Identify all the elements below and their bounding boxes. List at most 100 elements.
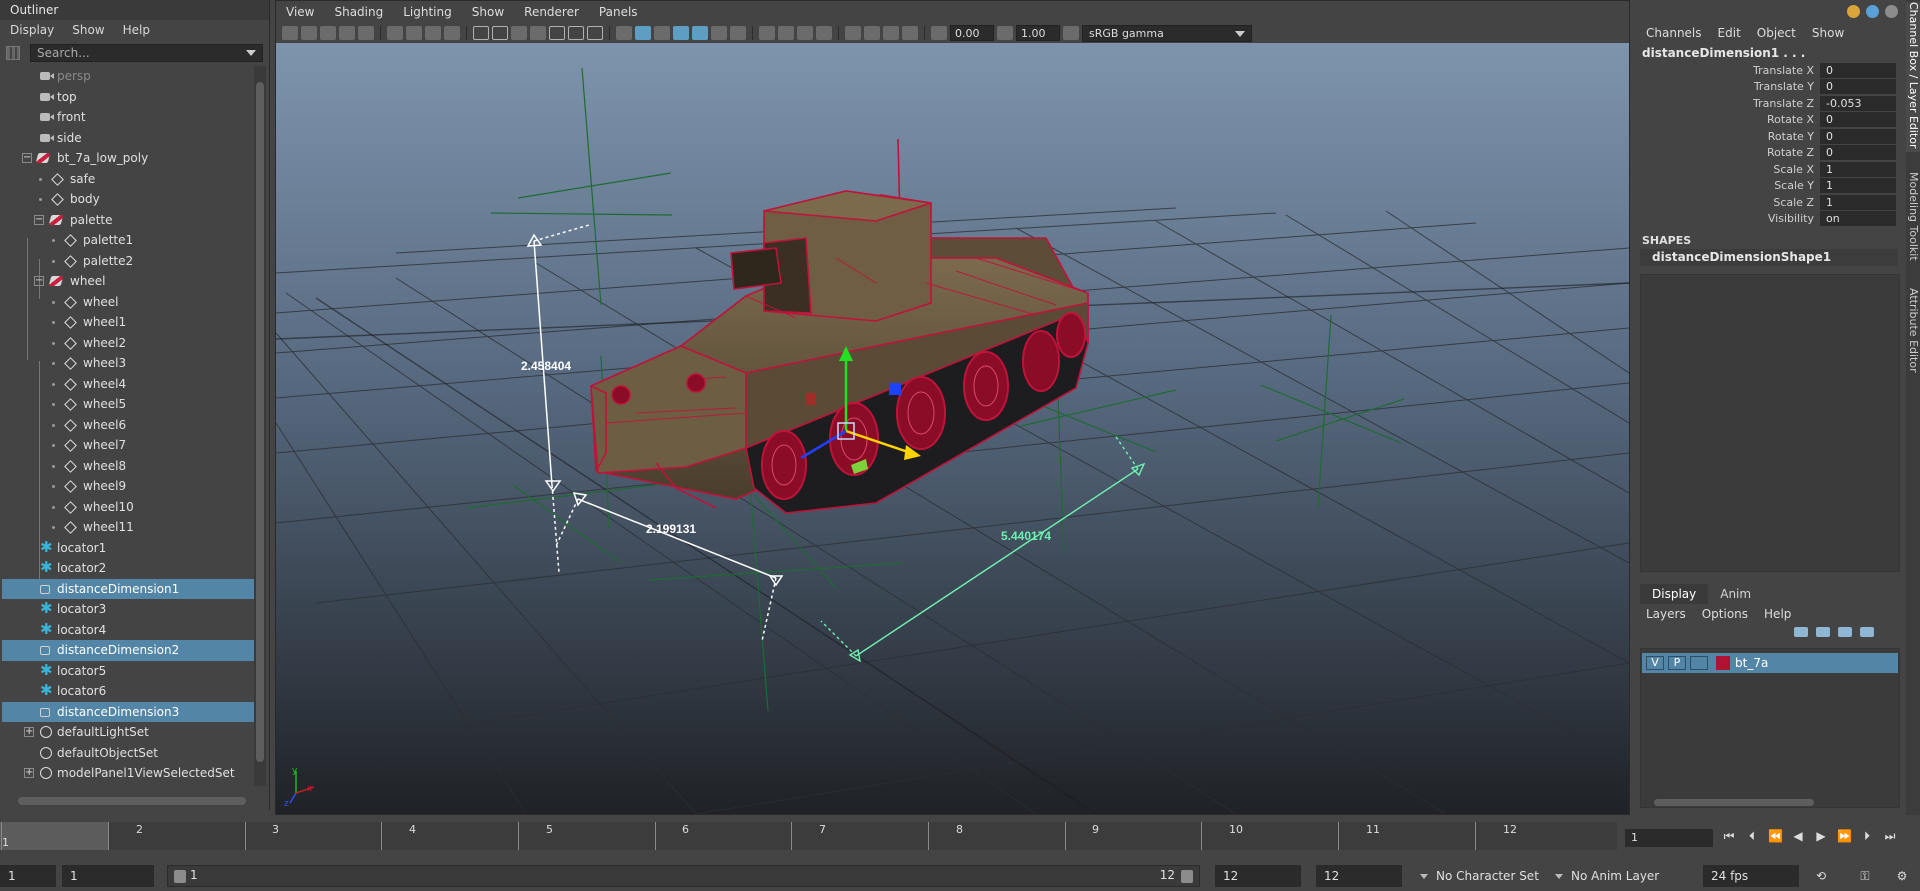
new-layer-selected-icon[interactable] xyxy=(1860,627,1874,637)
menu-display[interactable]: Display xyxy=(10,20,54,40)
wireframe-on-shaded-icon[interactable] xyxy=(673,26,689,40)
tab-attribute-editor[interactable]: Attribute Editor xyxy=(1906,288,1920,388)
fps-dropdown[interactable]: 24 fps xyxy=(1703,865,1799,887)
channel-value[interactable]: on xyxy=(1820,211,1896,227)
wireframe-icon[interactable] xyxy=(616,26,632,40)
list-item-selected[interactable]: distanceDimension3 xyxy=(2,701,254,722)
layout-icon[interactable] xyxy=(1885,4,1898,18)
layer-row[interactable]: V P bt_7a xyxy=(1642,653,1898,673)
anti-aliasing-icon[interactable] xyxy=(797,26,813,40)
list-item[interactable]: defaultObjectSet xyxy=(2,743,254,764)
search-input[interactable]: Search... xyxy=(30,44,263,62)
layer-display-type-toggle[interactable] xyxy=(1690,656,1708,670)
outliner-vertical-scrollbar[interactable] xyxy=(254,66,266,786)
tab-anim[interactable]: Anim xyxy=(1708,584,1763,604)
filter-grid-icon[interactable] xyxy=(6,46,20,60)
lock-icon[interactable] xyxy=(1847,4,1860,18)
list-item[interactable]: persp xyxy=(2,66,254,87)
xray-icon[interactable] xyxy=(864,26,880,40)
character-set-dropdown[interactable]: No Character Set xyxy=(1420,865,1552,887)
scene-view[interactable]: 2.458404 2.199131 5.440174 x y z xyxy=(276,43,1629,814)
isolate-icon[interactable] xyxy=(444,26,460,40)
channel-value[interactable]: 0 xyxy=(1820,128,1896,144)
collapse-icon[interactable]: − xyxy=(34,276,44,286)
menu-view[interactable]: View xyxy=(286,1,314,23)
list-item[interactable]: palette2 xyxy=(2,251,254,272)
camera-attributes-icon[interactable] xyxy=(301,26,317,40)
channel-value[interactable]: 0 xyxy=(1820,62,1896,78)
select-camera-icon[interactable] xyxy=(282,26,298,40)
tab-modeling-toolkit[interactable]: Modeling Toolkit xyxy=(1906,172,1920,272)
gamma-field[interactable]: 1.00 xyxy=(1016,25,1060,41)
lock-camera-icon[interactable] xyxy=(358,26,374,40)
current-frame-field[interactable]: 1 xyxy=(1625,829,1713,847)
list-item[interactable]: wheel8 xyxy=(2,456,254,477)
list-item[interactable]: ✱ locator6 xyxy=(2,681,254,702)
default-material-icon[interactable] xyxy=(654,26,670,40)
use-all-lights-icon[interactable] xyxy=(711,26,727,40)
list-item[interactable]: side xyxy=(2,128,254,149)
channel-value[interactable]: 1 xyxy=(1820,178,1896,194)
backface-culling-icon[interactable] xyxy=(902,26,918,40)
preferences-icon[interactable]: ⚙ xyxy=(1895,869,1909,883)
field-chart-icon[interactable] xyxy=(549,26,565,40)
menu-show[interactable]: Show xyxy=(72,20,104,40)
animation-start-field[interactable]: 1 xyxy=(0,865,56,887)
grid-icon[interactable] xyxy=(473,26,489,40)
go-to-start-icon[interactable]: ⏮ xyxy=(1722,829,1736,843)
isolate-select-icon[interactable] xyxy=(845,26,861,40)
time-slider-bar[interactable]: 2 3 4 5 6 7 8 9 10 11 12 1 xyxy=(0,822,1617,850)
channel-value[interactable]: 1 xyxy=(1820,161,1896,177)
channel-value[interactable]: 1 xyxy=(1820,194,1896,210)
auto-key-icon[interactable]: ⚿ xyxy=(1858,869,1872,883)
list-item[interactable]: wheel9 xyxy=(2,476,254,497)
list-item[interactable]: ✱ locator3 xyxy=(2,599,254,620)
smooth-shade-icon[interactable] xyxy=(635,26,651,40)
move-layer-down-icon[interactable] xyxy=(1816,627,1830,637)
list-item[interactable]: wheel10 xyxy=(2,497,254,518)
exposure-field[interactable]: 0.00 xyxy=(950,25,994,41)
list-item[interactable]: body xyxy=(2,189,254,210)
step-back-icon[interactable]: ⏴ xyxy=(1745,829,1759,843)
list-item[interactable]: − bt_7a_low_poly xyxy=(2,148,254,169)
shadows-icon[interactable] xyxy=(730,26,746,40)
list-item[interactable]: safe xyxy=(2,169,254,190)
screen-space-ao-icon[interactable] xyxy=(759,26,775,40)
channel-value[interactable]: 0 xyxy=(1820,112,1896,128)
play-forward-icon[interactable]: ▶ xyxy=(1814,829,1828,843)
channel-value[interactable]: 0 xyxy=(1820,79,1896,95)
list-item-selected[interactable]: distanceDimension2 xyxy=(2,640,254,661)
step-forward-icon[interactable]: ⏵ xyxy=(1860,829,1874,843)
layer-playback-toggle[interactable]: P xyxy=(1668,656,1686,670)
menu-lighting[interactable]: Lighting xyxy=(403,1,452,23)
current-time-indicator[interactable] xyxy=(0,822,108,850)
list-item[interactable]: wheel3 xyxy=(2,353,254,374)
menu-edit[interactable]: Edit xyxy=(1718,22,1741,44)
list-item[interactable]: − wheel xyxy=(2,271,254,292)
menu-show[interactable]: Show xyxy=(472,1,504,23)
animation-end-field[interactable]: 12 xyxy=(1316,865,1402,887)
list-item[interactable]: top xyxy=(2,87,254,108)
new-layer-icon[interactable] xyxy=(1838,627,1852,637)
menu-renderer[interactable]: Renderer xyxy=(524,1,579,23)
time-slider[interactable]: 2 3 4 5 6 7 8 9 10 11 12 1 1 ⏮ ⏴ ⏪ ◀ ▶ ⏩… xyxy=(0,818,1920,858)
menu-help[interactable]: Help xyxy=(123,20,150,40)
channel-value[interactable]: 0 xyxy=(1820,145,1896,161)
collapse-icon[interactable]: − xyxy=(34,214,44,225)
menu-object[interactable]: Object xyxy=(1757,22,1796,44)
list-item[interactable]: wheel11 xyxy=(2,517,254,538)
2d-pan-zoom-icon[interactable] xyxy=(406,26,422,40)
gamma-icon[interactable] xyxy=(997,26,1013,40)
list-item[interactable]: wheel2 xyxy=(2,333,254,354)
color-management-icon[interactable] xyxy=(1063,26,1079,40)
tab-display[interactable]: Display xyxy=(1640,584,1709,604)
film-gate-icon[interactable] xyxy=(492,26,508,40)
expand-icon[interactable]: + xyxy=(24,768,34,778)
collapse-icon[interactable]: − xyxy=(22,153,32,163)
menu-help[interactable]: Help xyxy=(1764,604,1791,624)
exposure-icon[interactable] xyxy=(931,26,947,40)
xray-joints-icon[interactable] xyxy=(425,26,441,40)
loop-icon[interactable]: ⟲ xyxy=(1814,869,1828,883)
menu-shading[interactable]: Shading xyxy=(334,1,383,23)
range-slider[interactable]: 1 12 xyxy=(167,865,1200,887)
